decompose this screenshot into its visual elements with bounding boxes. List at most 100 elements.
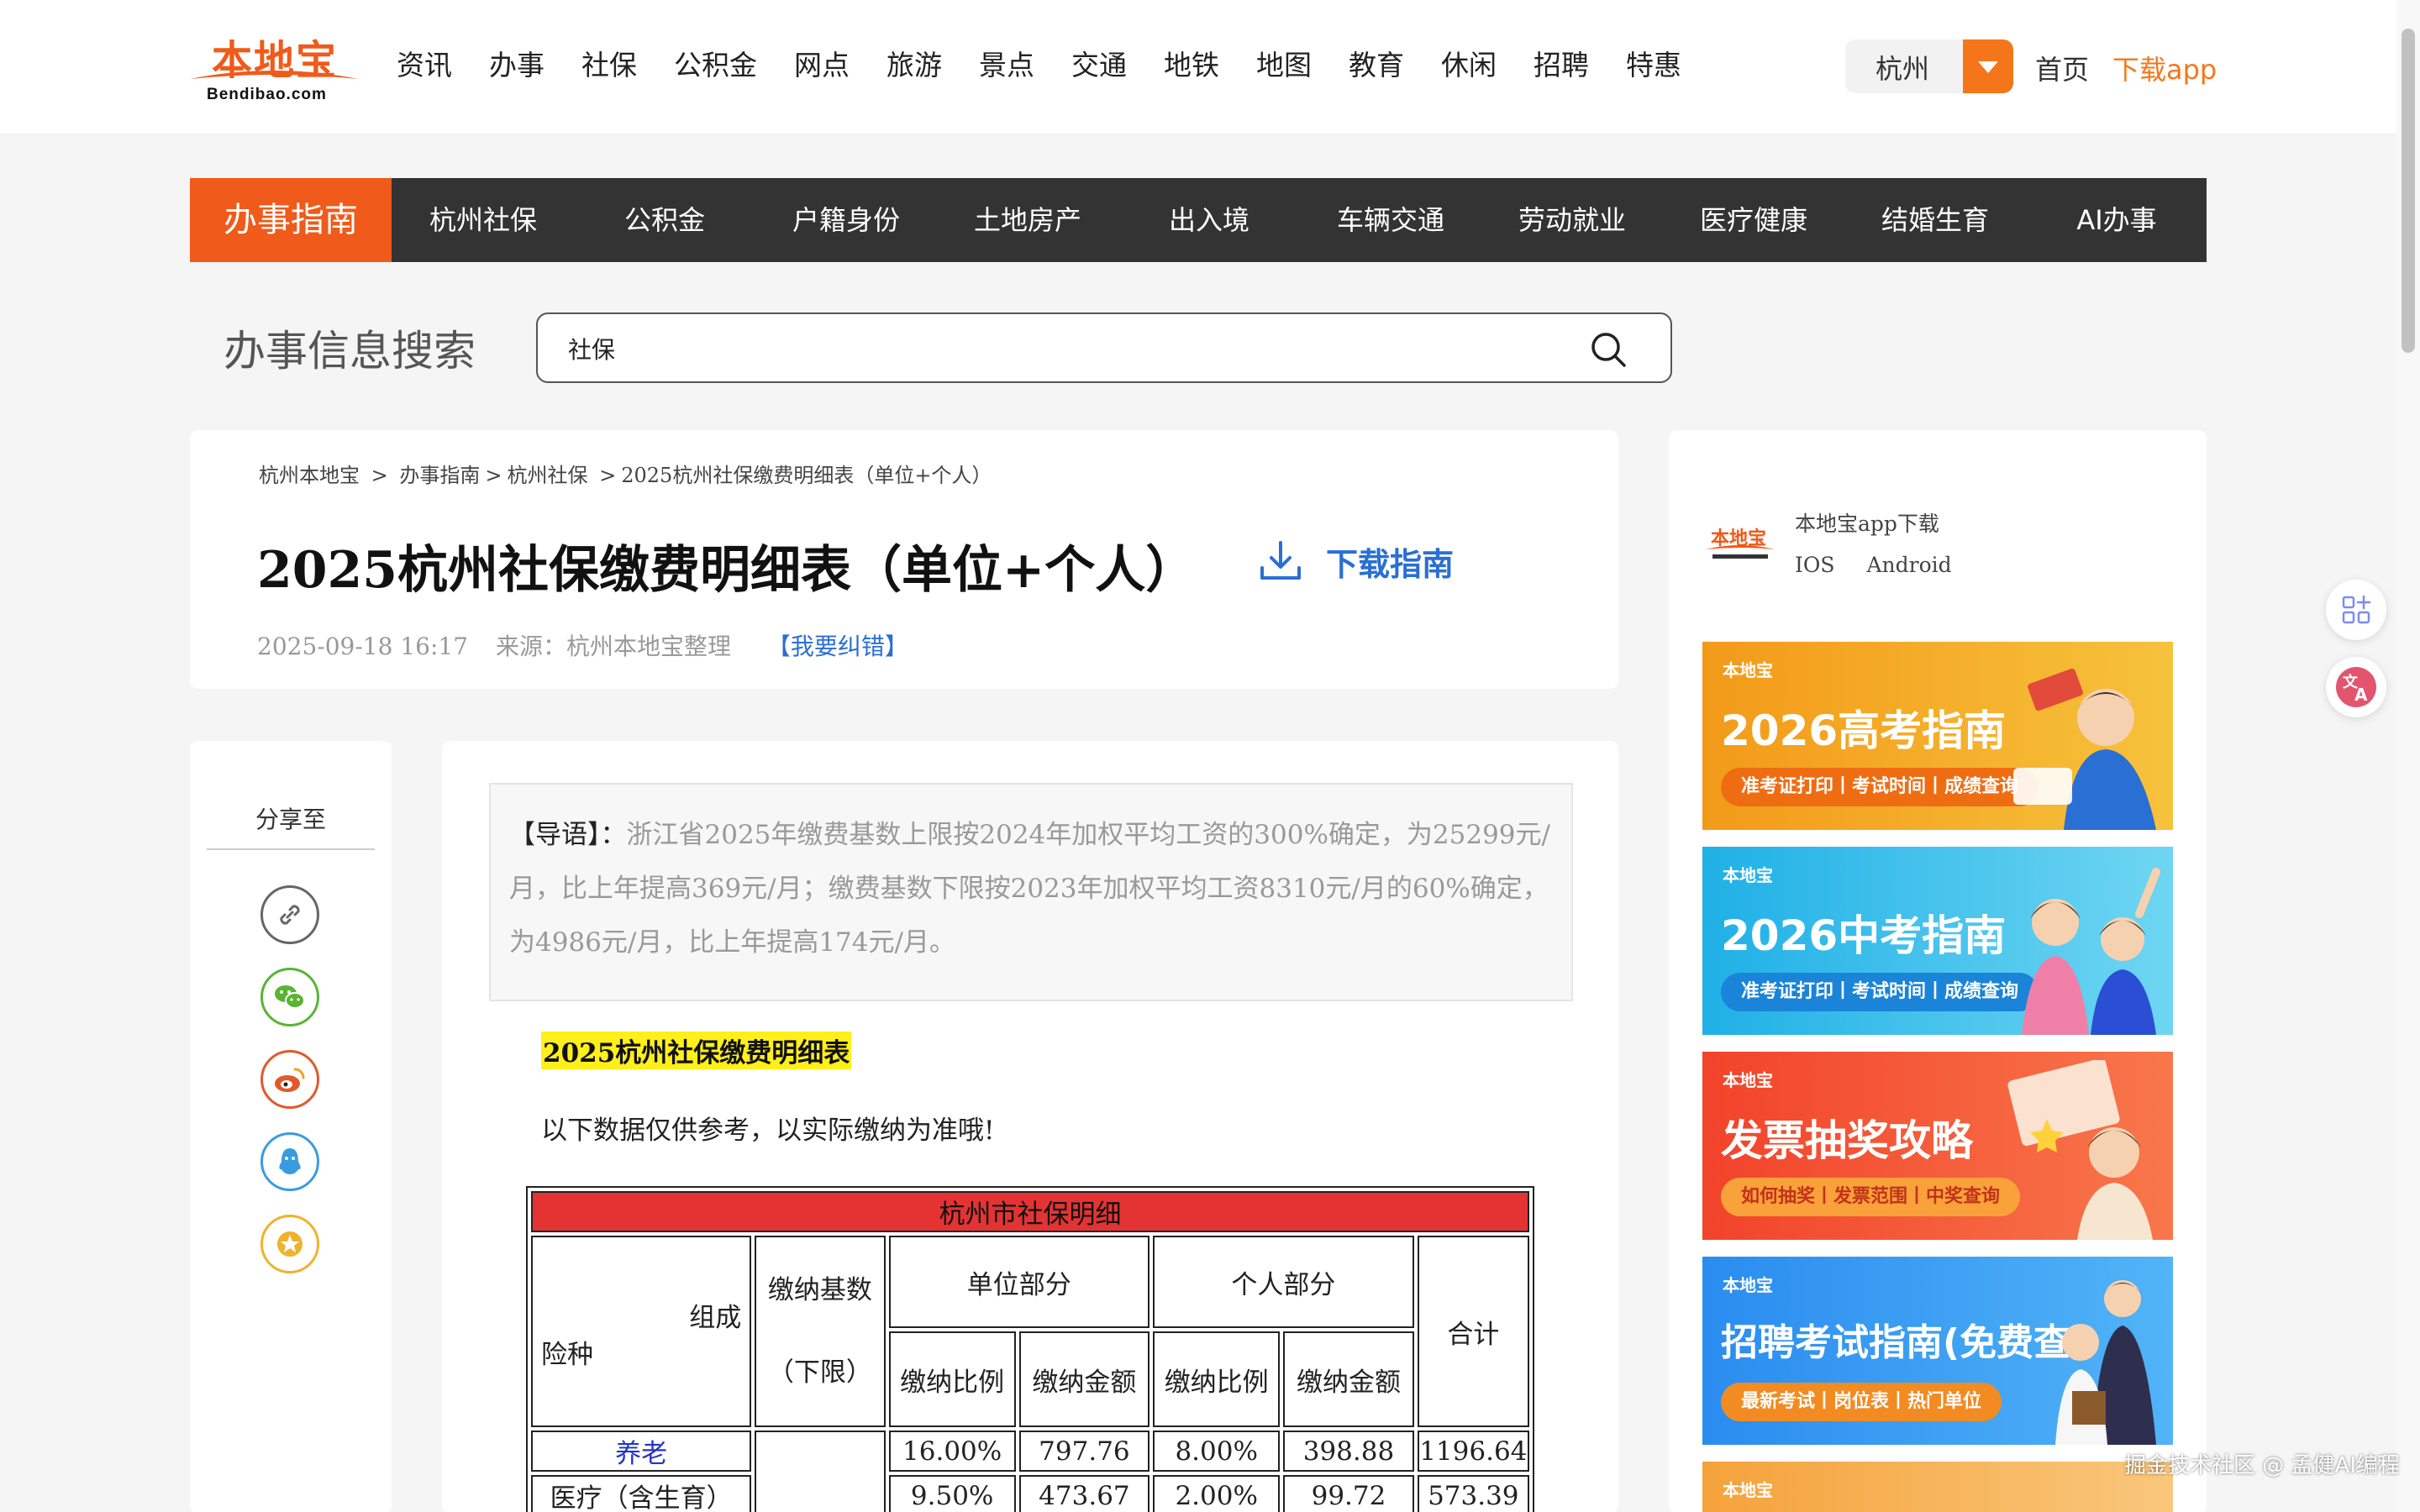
base-header-sub: （下限） [767,1357,872,1388]
banner-brand: 本地宝 [1723,1275,1773,1295]
banner-zhongkao[interactable]: 本地宝 2026中考指南 准考证打印丨考试时间丨成绩查询 [1702,847,2173,1035]
article-header-card: 杭州本地宝 > 办事指南 > 杭州社保 >2025杭州社保缴费明细表（单位+个人） … [190,430,1618,689]
download-guide-button[interactable]: 下载指南 [1257,533,1454,590]
category-tab[interactable]: 土地房产 [939,178,1116,262]
logo-swoosh-icon [190,71,358,79]
category-tab[interactable]: 杭州社保 [395,178,571,262]
table-cell: 797.76 [1018,1431,1150,1472]
nav-link[interactable]: 休闲 [1441,47,1497,84]
weibo-icon [275,1068,305,1092]
breadcrumb-separator: > [599,464,617,487]
breadcrumb-separator: > [485,464,502,487]
share-weibo-button[interactable] [260,1050,319,1109]
share-panel: 分享至 [190,741,392,1512]
android-link[interactable]: Android [1866,553,1951,577]
banner-title: 招聘考试指南(免费查) [1721,1321,2088,1364]
nav-link[interactable]: 资讯 [397,47,452,84]
category-tab-guide[interactable]: 办事指南 [190,178,392,262]
table-row: 医疗（含生育） 9.50% 473.67 2.00% 99.72 573.39 [531,1475,1529,1512]
floating-apps-button[interactable] [2326,580,2386,640]
banner-gaokao[interactable]: 本地宝 2026高考指南 准考证打印丨考试时间丨成绩查询 [1702,642,2173,830]
category-tab[interactable]: 户籍身份 [758,178,934,262]
share-link-button[interactable] [260,885,319,944]
city-selector[interactable]: 杭州 [1845,39,2013,93]
top-nav: 资讯 办事 社保 公积金 网点 旅游 景点 交通 地铁 地图 教育 休闲 招聘 … [397,47,1718,84]
banner-brand: 本地宝 [1723,1480,1773,1500]
nav-link[interactable]: 旅游 [886,47,942,84]
banner-recruit-exam[interactable]: 本地宝 招聘考试指南(免费查) 最新考试丨岗位表丨热门单位 [1702,1257,2173,1445]
nav-link[interactable]: 特惠 [1626,47,1681,84]
data-note: 以下数据仅供参考，以实际缴纳为准哦! [541,1116,995,1146]
category-tab[interactable]: 公积金 [576,178,753,262]
banner-next[interactable]: 本地宝 [1702,1462,2173,1512]
nav-link[interactable]: 招聘 [1534,47,1589,84]
banner-invoice-lottery[interactable]: 本地宝 发票抽奖攻略 如何抽奖丨发票范围丨中奖查询 [1702,1052,2173,1240]
app-download-links: IOS Android [1795,553,1977,577]
breadcrumb-link[interactable]: 办事指南 [399,464,480,487]
article-source: 来源：杭州本地宝整理 [495,633,731,660]
floating-translate-button[interactable]: 文 A [2326,657,2386,717]
category-tab[interactable]: 劳动就业 [1484,178,1660,262]
breadcrumb-link[interactable]: 杭州本地宝 [259,464,360,487]
banner-subtitle: 准考证打印丨考试时间丨成绩查询 [1721,768,2039,806]
nav-link[interactable]: 地铁 [1164,47,1219,84]
sidebar: 本地宝 本地宝app下载 IOS Android 本地宝 2026高考指南 准考… [1669,430,2207,1512]
search-input[interactable] [568,331,1560,366]
share-favorite-button[interactable] [260,1215,319,1273]
base-value-cell [755,1431,886,1512]
category-tab[interactable]: 出入境 [1121,178,1297,262]
table-cell: 16.00% [888,1431,1016,1472]
category-tab[interactable]: 结婚生育 [1847,178,2023,262]
ios-link[interactable]: IOS [1795,553,1835,577]
search-icon[interactable] [1588,329,1628,370]
site-logo[interactable]: 本地宝 Bendibao.com [187,25,361,109]
top-bar: 本地宝 Bendibao.com 资讯 办事 社保 公积金 网点 旅游 景点 交… [0,0,2420,134]
nav-link[interactable]: 网点 [794,47,850,84]
student-illustration-icon [2013,668,2156,830]
home-link[interactable]: 首页 [2035,49,2089,87]
nav-link[interactable]: 社保 [581,47,637,84]
personal-amount-header: 缴纳金额 [1283,1331,1414,1427]
download-icon [1260,541,1301,580]
download-guide-label: 下载指南 [1326,545,1455,583]
banner-title: 发票抽奖攻略 [1721,1116,1973,1165]
table-corner-cell: 组成 险种 [531,1236,752,1427]
banner-title: 2026中考指南 [1721,911,2007,960]
insurance-type: 医疗（含生育） [531,1475,752,1512]
nav-link[interactable]: 办事 [489,47,544,84]
table-cell: 8.00% [1153,1431,1281,1472]
breadcrumb-separator: > [371,464,388,487]
unit-amount-header: 缴纳金额 [1018,1331,1150,1427]
students-illustration-icon [2022,868,2160,1035]
breadcrumb-link[interactable]: 杭州社保 [508,464,588,487]
nav-link[interactable]: 交通 [1071,47,1127,84]
wechat-icon [275,985,305,1009]
publish-date: 2025-09-18 16:17 [257,633,469,660]
scrollbar-thumb[interactable] [2402,29,2415,353]
insurance-type-link[interactable]: 养老 [531,1431,752,1472]
category-tab[interactable]: 车辆交通 [1302,178,1479,262]
table-cell: 1196.64 [1417,1431,1529,1472]
share-wechat-button[interactable] [260,968,319,1026]
chevron-down-icon[interactable] [1963,39,2013,93]
corner-top-label: 组成 [689,1303,742,1333]
nav-link[interactable]: 景点 [979,47,1034,84]
table-caption: 杭州市社保明细 [531,1191,1529,1232]
banner-title: 2026高考指南 [1721,706,2007,755]
breadcrumb: 杭州本地宝 > 办事指南 > 杭州社保 >2025杭州社保缴费明细表（单位+个人） [259,459,997,488]
table-cell: 9.50% [888,1475,1016,1512]
table-row: 养老 16.00% 797.76 8.00% 398.88 1196.64 [531,1431,1529,1512]
share-qq-button[interactable] [260,1132,319,1191]
intro-lead: 【导语】： [509,820,627,850]
category-tab[interactable]: 医疗健康 [1665,178,1842,262]
invoice-illustration-icon [2007,1060,2153,1240]
nav-link[interactable]: 教育 [1349,47,1404,84]
personal-ratio-header: 缴纳比例 [1153,1331,1281,1427]
report-error-link[interactable]: 【我要纠错】 [767,633,908,660]
share-title: 分享至 [207,801,375,850]
table-cell: 99.72 [1283,1475,1414,1512]
nav-link[interactable]: 地图 [1256,47,1312,84]
download-app-link[interactable]: 下载app [2112,49,2217,87]
category-tab[interactable]: AI办事 [2028,178,2205,262]
nav-link[interactable]: 公积金 [674,47,757,84]
